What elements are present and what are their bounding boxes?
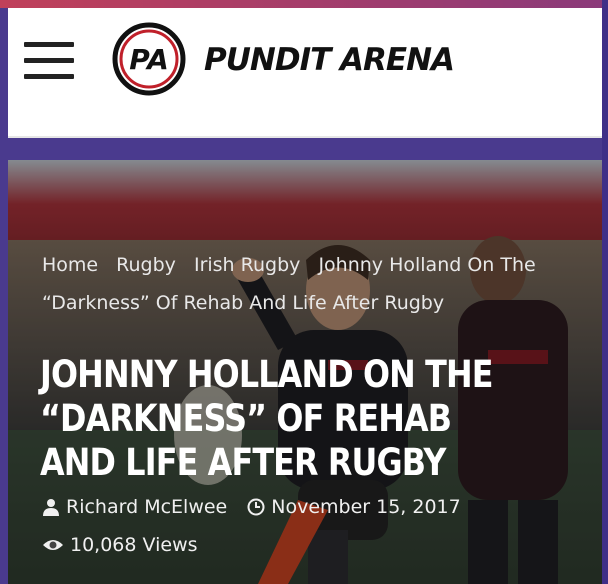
article-date: November 15, 2017 xyxy=(271,496,461,518)
site-logo-text[interactable]: PUNDIT ARENA xyxy=(204,38,455,82)
article-title: Johnny Holland On The “Darkness” Of Reha… xyxy=(40,352,494,484)
site-header: PA PUNDIT ARENA xyxy=(8,8,608,138)
page-frame: PA PUNDIT ARENA Home Rugby Irish Rugby J… xyxy=(0,0,608,584)
logo-badge-text: PA xyxy=(129,43,169,76)
breadcrumb-home[interactable]: Home xyxy=(42,254,98,276)
hamburger-menu-icon[interactable] xyxy=(24,42,74,80)
eye-icon xyxy=(43,540,63,550)
breadcrumb: Home Rugby Irish Rugby Johnny Holland On… xyxy=(42,246,582,322)
right-edge-strip xyxy=(602,0,608,584)
breadcrumb-rugby[interactable]: Rugby xyxy=(116,254,176,276)
top-accent-strip xyxy=(0,0,608,8)
user-icon xyxy=(43,499,59,516)
article-views: 10,068 Views xyxy=(70,534,198,556)
article-hero: Home Rugby Irish Rugby Johnny Holland On… xyxy=(8,160,608,584)
clock-icon xyxy=(247,498,265,516)
article-meta: Richard McElwee November 15, 2017 10,068… xyxy=(42,488,481,564)
article-author[interactable]: Richard McElwee xyxy=(66,496,227,518)
pundit-arena-logo-badge[interactable]: PA xyxy=(112,22,186,96)
breadcrumb-irish-rugby[interactable]: Irish Rugby xyxy=(194,254,300,276)
